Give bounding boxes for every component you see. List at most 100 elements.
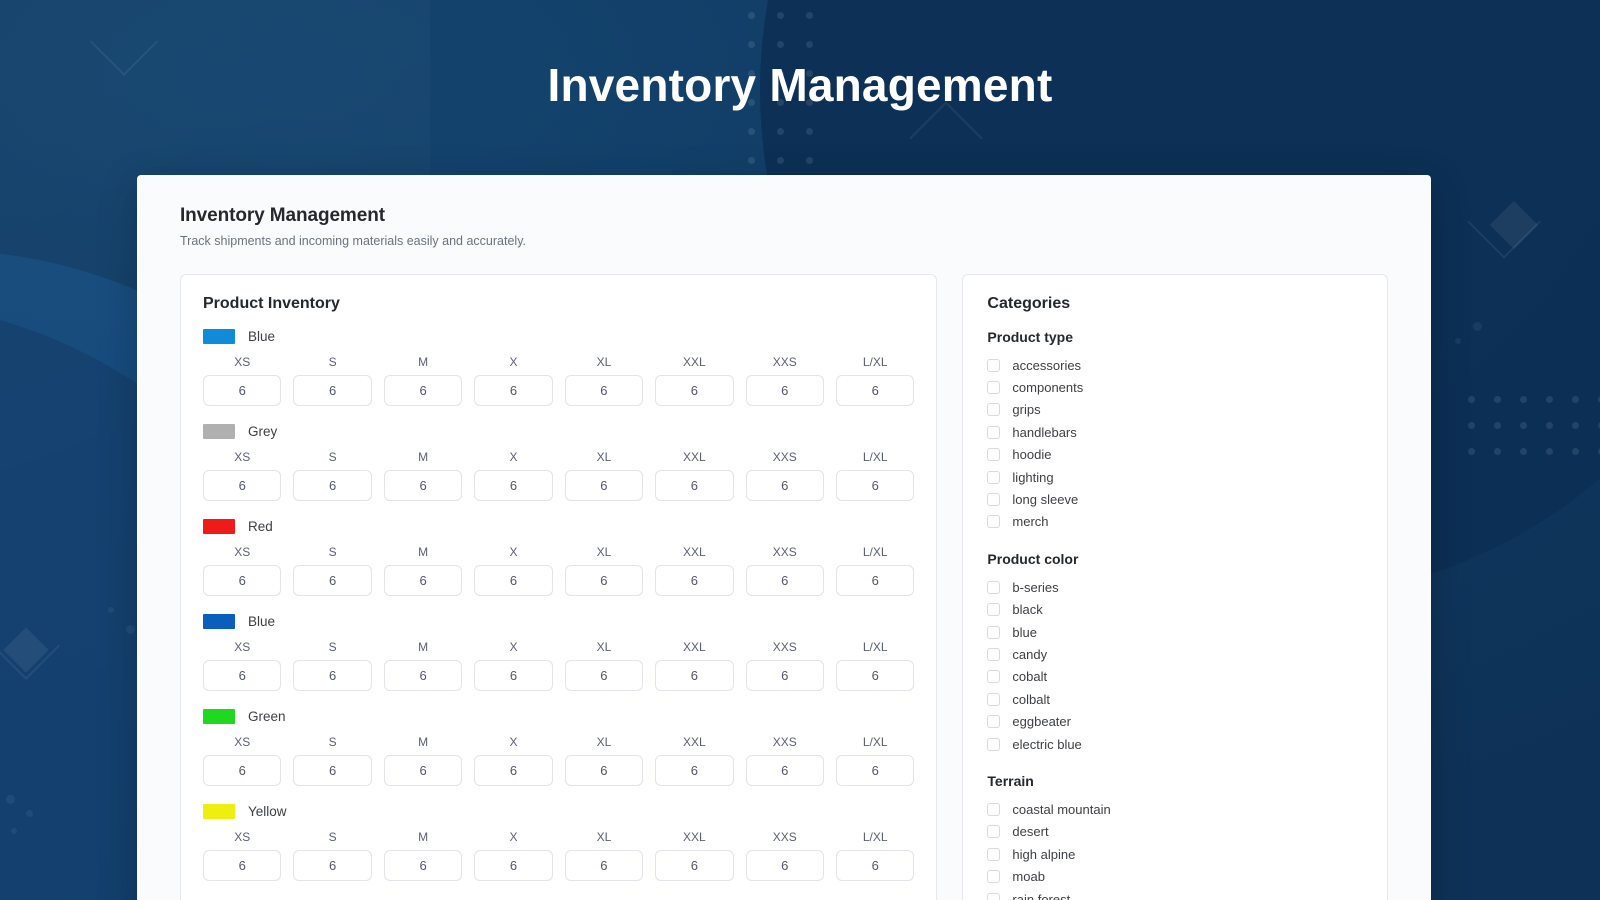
checkbox-icon[interactable] (987, 670, 1000, 683)
size-quantity-cell: X (474, 640, 552, 691)
quantity-input[interactable] (746, 565, 824, 596)
checkbox-icon[interactable] (987, 359, 1000, 372)
quantity-input[interactable] (384, 375, 462, 406)
checkbox-icon[interactable] (987, 893, 1000, 900)
quantity-input[interactable] (203, 660, 281, 691)
category-checkbox-item[interactable]: b-series (987, 576, 1363, 598)
checkbox-icon[interactable] (987, 403, 1000, 416)
category-checkbox-item[interactable]: black (987, 599, 1363, 621)
quantity-input[interactable] (565, 660, 643, 691)
category-checkbox-item[interactable]: handlebars (987, 421, 1363, 443)
size-label: X (474, 830, 552, 844)
checkbox-icon[interactable] (987, 581, 1000, 594)
quantity-input[interactable] (474, 660, 552, 691)
checkbox-icon[interactable] (987, 603, 1000, 616)
quantity-input[interactable] (293, 850, 371, 881)
category-checkbox-item[interactable]: cobalt (987, 666, 1363, 688)
checkbox-icon[interactable] (987, 738, 1000, 751)
quantity-input[interactable] (474, 850, 552, 881)
quantity-input[interactable] (293, 565, 371, 596)
checkbox-icon[interactable] (987, 471, 1000, 484)
category-checkbox-item[interactable]: rain forest (987, 888, 1363, 900)
checkbox-icon[interactable] (987, 515, 1000, 528)
category-checkbox-item[interactable]: hoodie (987, 444, 1363, 466)
category-checkbox-item[interactable]: colbalt (987, 688, 1363, 710)
category-checkbox-item[interactable]: electric blue (987, 733, 1363, 755)
category-checkbox-item[interactable]: coastal mountain (987, 798, 1363, 820)
app-header: Inventory Management Track shipments and… (180, 205, 1388, 248)
checkbox-icon[interactable] (987, 648, 1000, 661)
quantity-input[interactable] (836, 565, 914, 596)
quantity-input[interactable] (203, 850, 281, 881)
quantity-input[interactable] (203, 565, 281, 596)
checkbox-icon[interactable] (987, 825, 1000, 838)
quantity-input[interactable] (384, 850, 462, 881)
quantity-input[interactable] (655, 850, 733, 881)
category-checkbox-item[interactable]: components (987, 376, 1363, 398)
categories-sections-list: Product typeaccessoriescomponentsgripsha… (987, 329, 1363, 900)
checkbox-icon[interactable] (987, 715, 1000, 728)
category-checkbox-item[interactable]: candy (987, 643, 1363, 665)
checkbox-icon[interactable] (987, 693, 1000, 706)
quantity-input[interactable] (384, 660, 462, 691)
checkbox-icon[interactable] (987, 381, 1000, 394)
quantity-input[interactable] (293, 660, 371, 691)
checkbox-icon[interactable] (987, 870, 1000, 883)
category-checkbox-item[interactable]: accessories (987, 354, 1363, 376)
quantity-input[interactable] (746, 850, 824, 881)
quantity-input[interactable] (565, 375, 643, 406)
size-quantity-cell: X (474, 830, 552, 881)
quantity-input[interactable] (565, 470, 643, 501)
quantity-input[interactable] (565, 755, 643, 786)
checkbox-icon[interactable] (987, 626, 1000, 639)
quantity-input[interactable] (203, 470, 281, 501)
quantity-input[interactable] (746, 755, 824, 786)
quantity-input[interactable] (203, 375, 281, 406)
quantity-input[interactable] (293, 755, 371, 786)
checkbox-icon[interactable] (987, 493, 1000, 506)
quantity-input[interactable] (836, 850, 914, 881)
category-checkbox-item[interactable]: lighting (987, 466, 1363, 488)
size-label: S (293, 830, 371, 844)
quantity-input[interactable] (655, 755, 733, 786)
category-checkbox-item[interactable]: long sleeve (987, 488, 1363, 510)
category-checkbox-item[interactable]: desert (987, 821, 1363, 843)
categories-panel: Categories Product typeaccessoriescompon… (962, 274, 1388, 900)
category-item-label: b-series (1012, 580, 1058, 595)
category-checkbox-item[interactable]: high alpine (987, 843, 1363, 865)
quantity-input[interactable] (836, 755, 914, 786)
category-checkbox-item[interactable]: eggbeater (987, 710, 1363, 732)
quantity-input[interactable] (746, 660, 824, 691)
quantity-input[interactable] (474, 755, 552, 786)
quantity-input[interactable] (293, 470, 371, 501)
category-checkbox-item[interactable]: merch (987, 511, 1363, 533)
quantity-input[interactable] (746, 470, 824, 501)
quantity-input[interactable] (203, 755, 281, 786)
quantity-input[interactable] (565, 850, 643, 881)
quantity-input[interactable] (474, 375, 552, 406)
category-checkbox-item[interactable]: blue (987, 621, 1363, 643)
quantity-input[interactable] (836, 375, 914, 406)
quantity-input[interactable] (836, 470, 914, 501)
checkbox-icon[interactable] (987, 848, 1000, 861)
quantity-input[interactable] (384, 470, 462, 501)
size-quantity-cell: S (293, 735, 371, 786)
size-quantity-cell: M (384, 545, 462, 596)
checkbox-icon[interactable] (987, 448, 1000, 461)
checkbox-icon[interactable] (987, 803, 1000, 816)
quantity-input[interactable] (655, 565, 733, 596)
quantity-input[interactable] (565, 565, 643, 596)
quantity-input[interactable] (293, 375, 371, 406)
quantity-input[interactable] (836, 660, 914, 691)
quantity-input[interactable] (384, 755, 462, 786)
quantity-input[interactable] (474, 470, 552, 501)
quantity-input[interactable] (746, 375, 824, 406)
checkbox-icon[interactable] (987, 426, 1000, 439)
quantity-input[interactable] (384, 565, 462, 596)
quantity-input[interactable] (655, 470, 733, 501)
quantity-input[interactable] (474, 565, 552, 596)
category-checkbox-item[interactable]: moab (987, 865, 1363, 887)
quantity-input[interactable] (655, 375, 733, 406)
quantity-input[interactable] (655, 660, 733, 691)
category-checkbox-item[interactable]: grips (987, 399, 1363, 421)
